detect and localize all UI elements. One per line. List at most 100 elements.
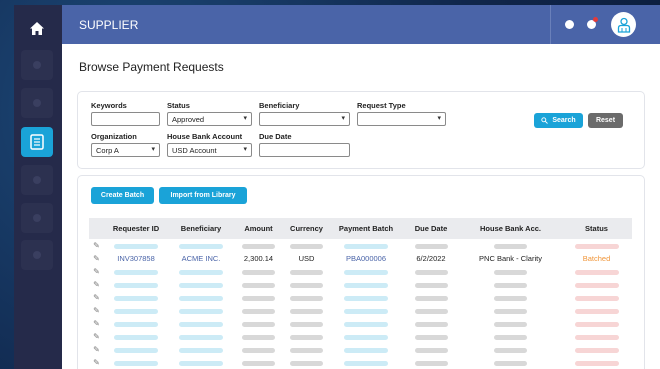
create-batch-label: Create Batch <box>100 192 145 199</box>
table-cell: 6/2/2022 <box>402 252 460 265</box>
table-row[interactable]: ✎ <box>89 343 632 356</box>
placeholder-bar <box>290 360 323 366</box>
notification-badge <box>593 17 598 22</box>
sidebar-item-2[interactable] <box>21 88 53 118</box>
edit-cell: ✎ <box>89 265 104 278</box>
pencil-icon[interactable]: ✎ <box>93 319 100 328</box>
organization-select[interactable]: Corp A ▾ <box>91 143 160 157</box>
table-row[interactable]: ✎ <box>89 317 632 330</box>
search-icon <box>541 117 549 124</box>
table-row[interactable]: ✎ <box>89 291 632 304</box>
edit-cell: ✎ <box>89 239 104 252</box>
create-batch-button[interactable]: Create Batch <box>91 187 154 204</box>
pencil-icon[interactable]: ✎ <box>93 241 100 250</box>
table-cell: 2,300.14 <box>234 252 283 265</box>
header-currency[interactable]: Currency <box>283 218 330 239</box>
placeholder-bar <box>290 347 323 353</box>
table-cell <box>168 239 234 252</box>
table-cell <box>283 343 330 356</box>
sidebar-item-1[interactable] <box>21 50 53 80</box>
table-cell <box>104 239 168 252</box>
beneficiary-select[interactable]: ▾ <box>259 112 350 126</box>
table-cell: PNC Bank - Clarity <box>460 252 561 265</box>
placeholder-bar <box>344 360 388 366</box>
placeholder-bar <box>114 347 158 353</box>
table-cell <box>460 265 561 278</box>
sidebar-item-4[interactable] <box>21 165 53 195</box>
cell-status: Batched <box>582 254 611 263</box>
header-status[interactable]: Status <box>561 218 632 239</box>
search-button[interactable]: Search <box>534 113 583 128</box>
table-row[interactable]: ✎ <box>89 239 632 252</box>
pencil-icon[interactable]: ✎ <box>93 254 100 263</box>
placeholder-bar <box>414 282 448 288</box>
home-button[interactable] <box>22 13 52 43</box>
keywords-input[interactable] <box>91 112 160 126</box>
placeholder-bar <box>290 334 323 340</box>
placeholder-bar <box>179 269 223 275</box>
header-house-bank[interactable]: House Bank Acc. <box>460 218 561 239</box>
header-payment-batch[interactable]: Payment Batch <box>330 218 402 239</box>
placeholder-bar <box>574 334 619 340</box>
table-cell <box>402 278 460 291</box>
table-row[interactable]: ✎ <box>89 304 632 317</box>
pencil-icon[interactable]: ✎ <box>93 332 100 341</box>
placeholder-bar <box>414 269 448 275</box>
pencil-icon[interactable]: ✎ <box>93 306 100 315</box>
status-select[interactable]: Approved ▾ <box>167 112 252 126</box>
request-type-select[interactable]: ▾ <box>357 112 446 126</box>
table-cell <box>234 356 283 369</box>
user-icon <box>617 17 630 33</box>
placeholder-bar <box>344 282 388 288</box>
header-due-date[interactable]: Due Date <box>402 218 460 239</box>
sidebar-item-5[interactable] <box>21 203 53 233</box>
house-bank-select[interactable]: USD Account ▾ <box>167 143 252 157</box>
status-dot-icon[interactable] <box>565 20 574 29</box>
placeholder-bar <box>179 243 223 249</box>
table-row[interactable]: ✎ <box>89 330 632 343</box>
house-bank-label: House Bank Account <box>167 132 243 141</box>
due-date-input[interactable] <box>259 143 350 157</box>
sidebar-item-payments[interactable] <box>21 127 53 157</box>
placeholder-bar <box>114 243 158 249</box>
table-cell <box>104 291 168 304</box>
table-row[interactable]: ✎ <box>89 278 632 291</box>
pencil-icon[interactable]: ✎ <box>93 280 100 289</box>
import-library-button[interactable]: Import from Library <box>159 187 247 204</box>
table-row[interactable]: ✎ <box>89 265 632 278</box>
sidebar-item-6[interactable] <box>21 240 53 270</box>
pencil-icon[interactable]: ✎ <box>93 358 100 367</box>
table-row[interactable]: ✎ INV307858 ACME INC. 2,300.14 USD PBA000006 6… <box>89 252 632 265</box>
table-cell <box>104 265 168 278</box>
header-amount[interactable]: Amount <box>234 218 283 239</box>
table-cell <box>283 304 330 317</box>
cell-beneficiary[interactable]: ACME INC. <box>182 254 221 263</box>
table-cell <box>330 278 402 291</box>
table-cell <box>234 278 283 291</box>
user-avatar[interactable] <box>611 12 636 37</box>
placeholder-bar <box>344 334 388 340</box>
placeholder-bar <box>290 308 323 314</box>
table-row[interactable]: ✎ <box>89 356 632 369</box>
pencil-icon[interactable]: ✎ <box>93 267 100 276</box>
placeholder-bar <box>242 347 275 353</box>
placeholder-bar <box>414 360 448 366</box>
table-cell <box>460 304 561 317</box>
pencil-icon[interactable]: ✎ <box>93 345 100 354</box>
placeholder-bar <box>290 295 323 301</box>
header-requester-id[interactable]: Requester ID <box>104 218 168 239</box>
table-cell <box>561 317 632 330</box>
placeholder-bar <box>494 347 527 353</box>
cell-requester-id[interactable]: INV307858 <box>117 254 155 263</box>
table-cell <box>168 317 234 330</box>
edit-cell: ✎ <box>89 291 104 304</box>
header-beneficiary[interactable]: Beneficiary <box>168 218 234 239</box>
cell-payment-batch[interactable]: PBA000006 <box>346 254 386 263</box>
placeholder-bar <box>114 360 158 366</box>
placeholder-bar <box>574 282 619 288</box>
pencil-icon[interactable]: ✎ <box>93 293 100 302</box>
cell-amount: 2,300.14 <box>243 254 274 263</box>
table-cell <box>561 239 632 252</box>
table-cell <box>402 304 460 317</box>
reset-button[interactable]: Reset <box>588 113 623 128</box>
